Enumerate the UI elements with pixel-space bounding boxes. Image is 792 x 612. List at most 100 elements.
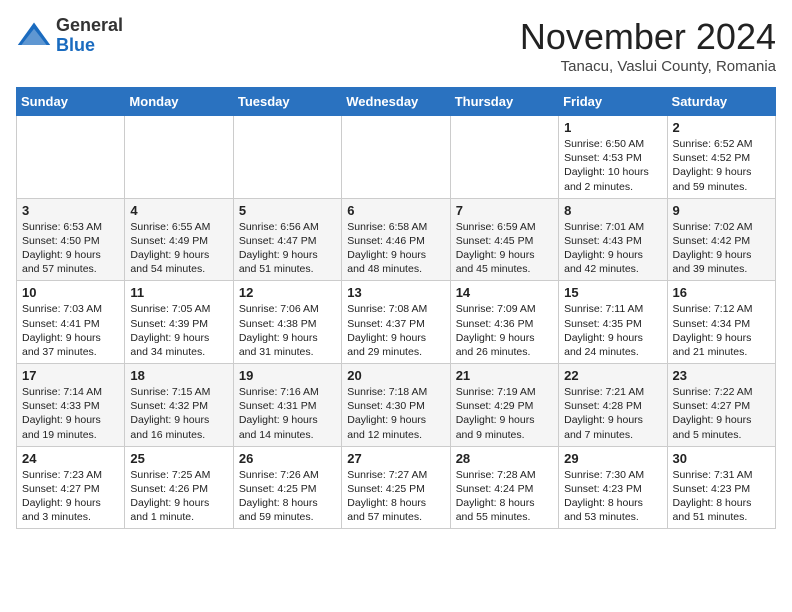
- day-header: Wednesday: [342, 88, 450, 116]
- day-info: Sunrise: 7:11 AM: [564, 302, 661, 316]
- calendar-cell: [450, 116, 558, 199]
- calendar-cell: 5Sunrise: 6:56 AMSunset: 4:47 PMDaylight…: [233, 198, 341, 281]
- day-info: Sunrise: 7:22 AM: [673, 385, 770, 399]
- day-info: Sunset: 4:50 PM: [22, 234, 119, 248]
- day-info: Sunrise: 7:03 AM: [22, 302, 119, 316]
- calendar-week-row: 17Sunrise: 7:14 AMSunset: 4:33 PMDayligh…: [17, 364, 776, 447]
- day-info: Sunset: 4:47 PM: [239, 234, 336, 248]
- day-number: 19: [239, 368, 336, 383]
- day-info: Daylight: 9 hours and 37 minutes.: [22, 331, 119, 359]
- day-info: Daylight: 9 hours and 59 minutes.: [673, 165, 770, 193]
- day-info: Daylight: 9 hours and 57 minutes.: [22, 248, 119, 276]
- logo-icon: [16, 18, 52, 54]
- day-info: Daylight: 9 hours and 5 minutes.: [673, 413, 770, 441]
- day-number: 29: [564, 451, 661, 466]
- day-header: Thursday: [450, 88, 558, 116]
- day-number: 1: [564, 120, 661, 135]
- calendar-week-row: 24Sunrise: 7:23 AMSunset: 4:27 PMDayligh…: [17, 446, 776, 529]
- day-info: Sunset: 4:30 PM: [347, 399, 444, 413]
- day-info: Sunrise: 7:31 AM: [673, 468, 770, 482]
- day-number: 4: [130, 203, 227, 218]
- day-number: 23: [673, 368, 770, 383]
- day-number: 3: [22, 203, 119, 218]
- day-info: Sunrise: 6:56 AM: [239, 220, 336, 234]
- day-number: 21: [456, 368, 553, 383]
- calendar-cell: 19Sunrise: 7:16 AMSunset: 4:31 PMDayligh…: [233, 364, 341, 447]
- day-info: Sunrise: 7:09 AM: [456, 302, 553, 316]
- calendar-cell: 4Sunrise: 6:55 AMSunset: 4:49 PMDaylight…: [125, 198, 233, 281]
- day-info: Sunset: 4:42 PM: [673, 234, 770, 248]
- day-header: Saturday: [667, 88, 775, 116]
- calendar-cell: 6Sunrise: 6:58 AMSunset: 4:46 PMDaylight…: [342, 198, 450, 281]
- day-info: Sunset: 4:25 PM: [239, 482, 336, 496]
- calendar-cell: [233, 116, 341, 199]
- logo-text: General Blue: [56, 16, 123, 56]
- calendar-week-row: 1Sunrise: 6:50 AMSunset: 4:53 PMDaylight…: [17, 116, 776, 199]
- day-info: Daylight: 9 hours and 39 minutes.: [673, 248, 770, 276]
- calendar-cell: 11Sunrise: 7:05 AMSunset: 4:39 PMDayligh…: [125, 281, 233, 364]
- day-info: Sunrise: 7:28 AM: [456, 468, 553, 482]
- calendar-cell: 29Sunrise: 7:30 AMSunset: 4:23 PMDayligh…: [559, 446, 667, 529]
- day-info: Sunset: 4:33 PM: [22, 399, 119, 413]
- calendar-cell: 8Sunrise: 7:01 AMSunset: 4:43 PMDaylight…: [559, 198, 667, 281]
- calendar-cell: 20Sunrise: 7:18 AMSunset: 4:30 PMDayligh…: [342, 364, 450, 447]
- logo: General Blue: [16, 16, 123, 56]
- day-info: Daylight: 9 hours and 48 minutes.: [347, 248, 444, 276]
- calendar-cell: 24Sunrise: 7:23 AMSunset: 4:27 PMDayligh…: [17, 446, 125, 529]
- day-info: Sunrise: 7:08 AM: [347, 302, 444, 316]
- day-info: Sunrise: 7:23 AM: [22, 468, 119, 482]
- calendar-cell: 30Sunrise: 7:31 AMSunset: 4:23 PMDayligh…: [667, 446, 775, 529]
- day-info: Sunset: 4:28 PM: [564, 399, 661, 413]
- day-header: Sunday: [17, 88, 125, 116]
- day-number: 15: [564, 285, 661, 300]
- day-info: Daylight: 9 hours and 54 minutes.: [130, 248, 227, 276]
- day-header: Monday: [125, 88, 233, 116]
- day-info: Sunrise: 6:53 AM: [22, 220, 119, 234]
- day-info: Sunrise: 7:05 AM: [130, 302, 227, 316]
- day-number: 28: [456, 451, 553, 466]
- calendar-cell: [17, 116, 125, 199]
- day-info: Sunset: 4:46 PM: [347, 234, 444, 248]
- day-info: Sunrise: 7:01 AM: [564, 220, 661, 234]
- calendar-cell: 26Sunrise: 7:26 AMSunset: 4:25 PMDayligh…: [233, 446, 341, 529]
- calendar-week-row: 10Sunrise: 7:03 AMSunset: 4:41 PMDayligh…: [17, 281, 776, 364]
- day-number: 25: [130, 451, 227, 466]
- day-info: Daylight: 9 hours and 19 minutes.: [22, 413, 119, 441]
- calendar-cell: 27Sunrise: 7:27 AMSunset: 4:25 PMDayligh…: [342, 446, 450, 529]
- day-info: Daylight: 9 hours and 51 minutes.: [239, 248, 336, 276]
- day-info: Daylight: 9 hours and 1 minute.: [130, 496, 227, 524]
- day-info: Sunrise: 7:18 AM: [347, 385, 444, 399]
- calendar-header-row: SundayMondayTuesdayWednesdayThursdayFrid…: [17, 88, 776, 116]
- day-info: Sunset: 4:39 PM: [130, 317, 227, 331]
- day-info: Sunrise: 6:52 AM: [673, 137, 770, 151]
- day-info: Sunrise: 6:59 AM: [456, 220, 553, 234]
- day-header: Friday: [559, 88, 667, 116]
- day-info: Daylight: 9 hours and 14 minutes.: [239, 413, 336, 441]
- day-info: Sunset: 4:43 PM: [564, 234, 661, 248]
- day-info: Sunset: 4:23 PM: [564, 482, 661, 496]
- day-info: Sunset: 4:38 PM: [239, 317, 336, 331]
- day-info: Daylight: 8 hours and 59 minutes.: [239, 496, 336, 524]
- day-info: Daylight: 9 hours and 29 minutes.: [347, 331, 444, 359]
- day-info: Sunrise: 7:30 AM: [564, 468, 661, 482]
- day-info: Sunset: 4:27 PM: [673, 399, 770, 413]
- day-info: Sunset: 4:53 PM: [564, 151, 661, 165]
- day-number: 6: [347, 203, 444, 218]
- calendar-cell: 14Sunrise: 7:09 AMSunset: 4:36 PMDayligh…: [450, 281, 558, 364]
- day-number: 26: [239, 451, 336, 466]
- day-info: Sunset: 4:49 PM: [130, 234, 227, 248]
- day-info: Daylight: 9 hours and 12 minutes.: [347, 413, 444, 441]
- day-number: 14: [456, 285, 553, 300]
- day-number: 13: [347, 285, 444, 300]
- day-number: 17: [22, 368, 119, 383]
- day-number: 11: [130, 285, 227, 300]
- calendar-cell: 13Sunrise: 7:08 AMSunset: 4:37 PMDayligh…: [342, 281, 450, 364]
- day-info: Sunset: 4:26 PM: [130, 482, 227, 496]
- day-number: 12: [239, 285, 336, 300]
- day-number: 2: [673, 120, 770, 135]
- calendar-cell: 7Sunrise: 6:59 AMSunset: 4:45 PMDaylight…: [450, 198, 558, 281]
- day-info: Daylight: 9 hours and 24 minutes.: [564, 331, 661, 359]
- day-info: Daylight: 9 hours and 7 minutes.: [564, 413, 661, 441]
- day-info: Sunset: 4:45 PM: [456, 234, 553, 248]
- day-info: Sunset: 4:25 PM: [347, 482, 444, 496]
